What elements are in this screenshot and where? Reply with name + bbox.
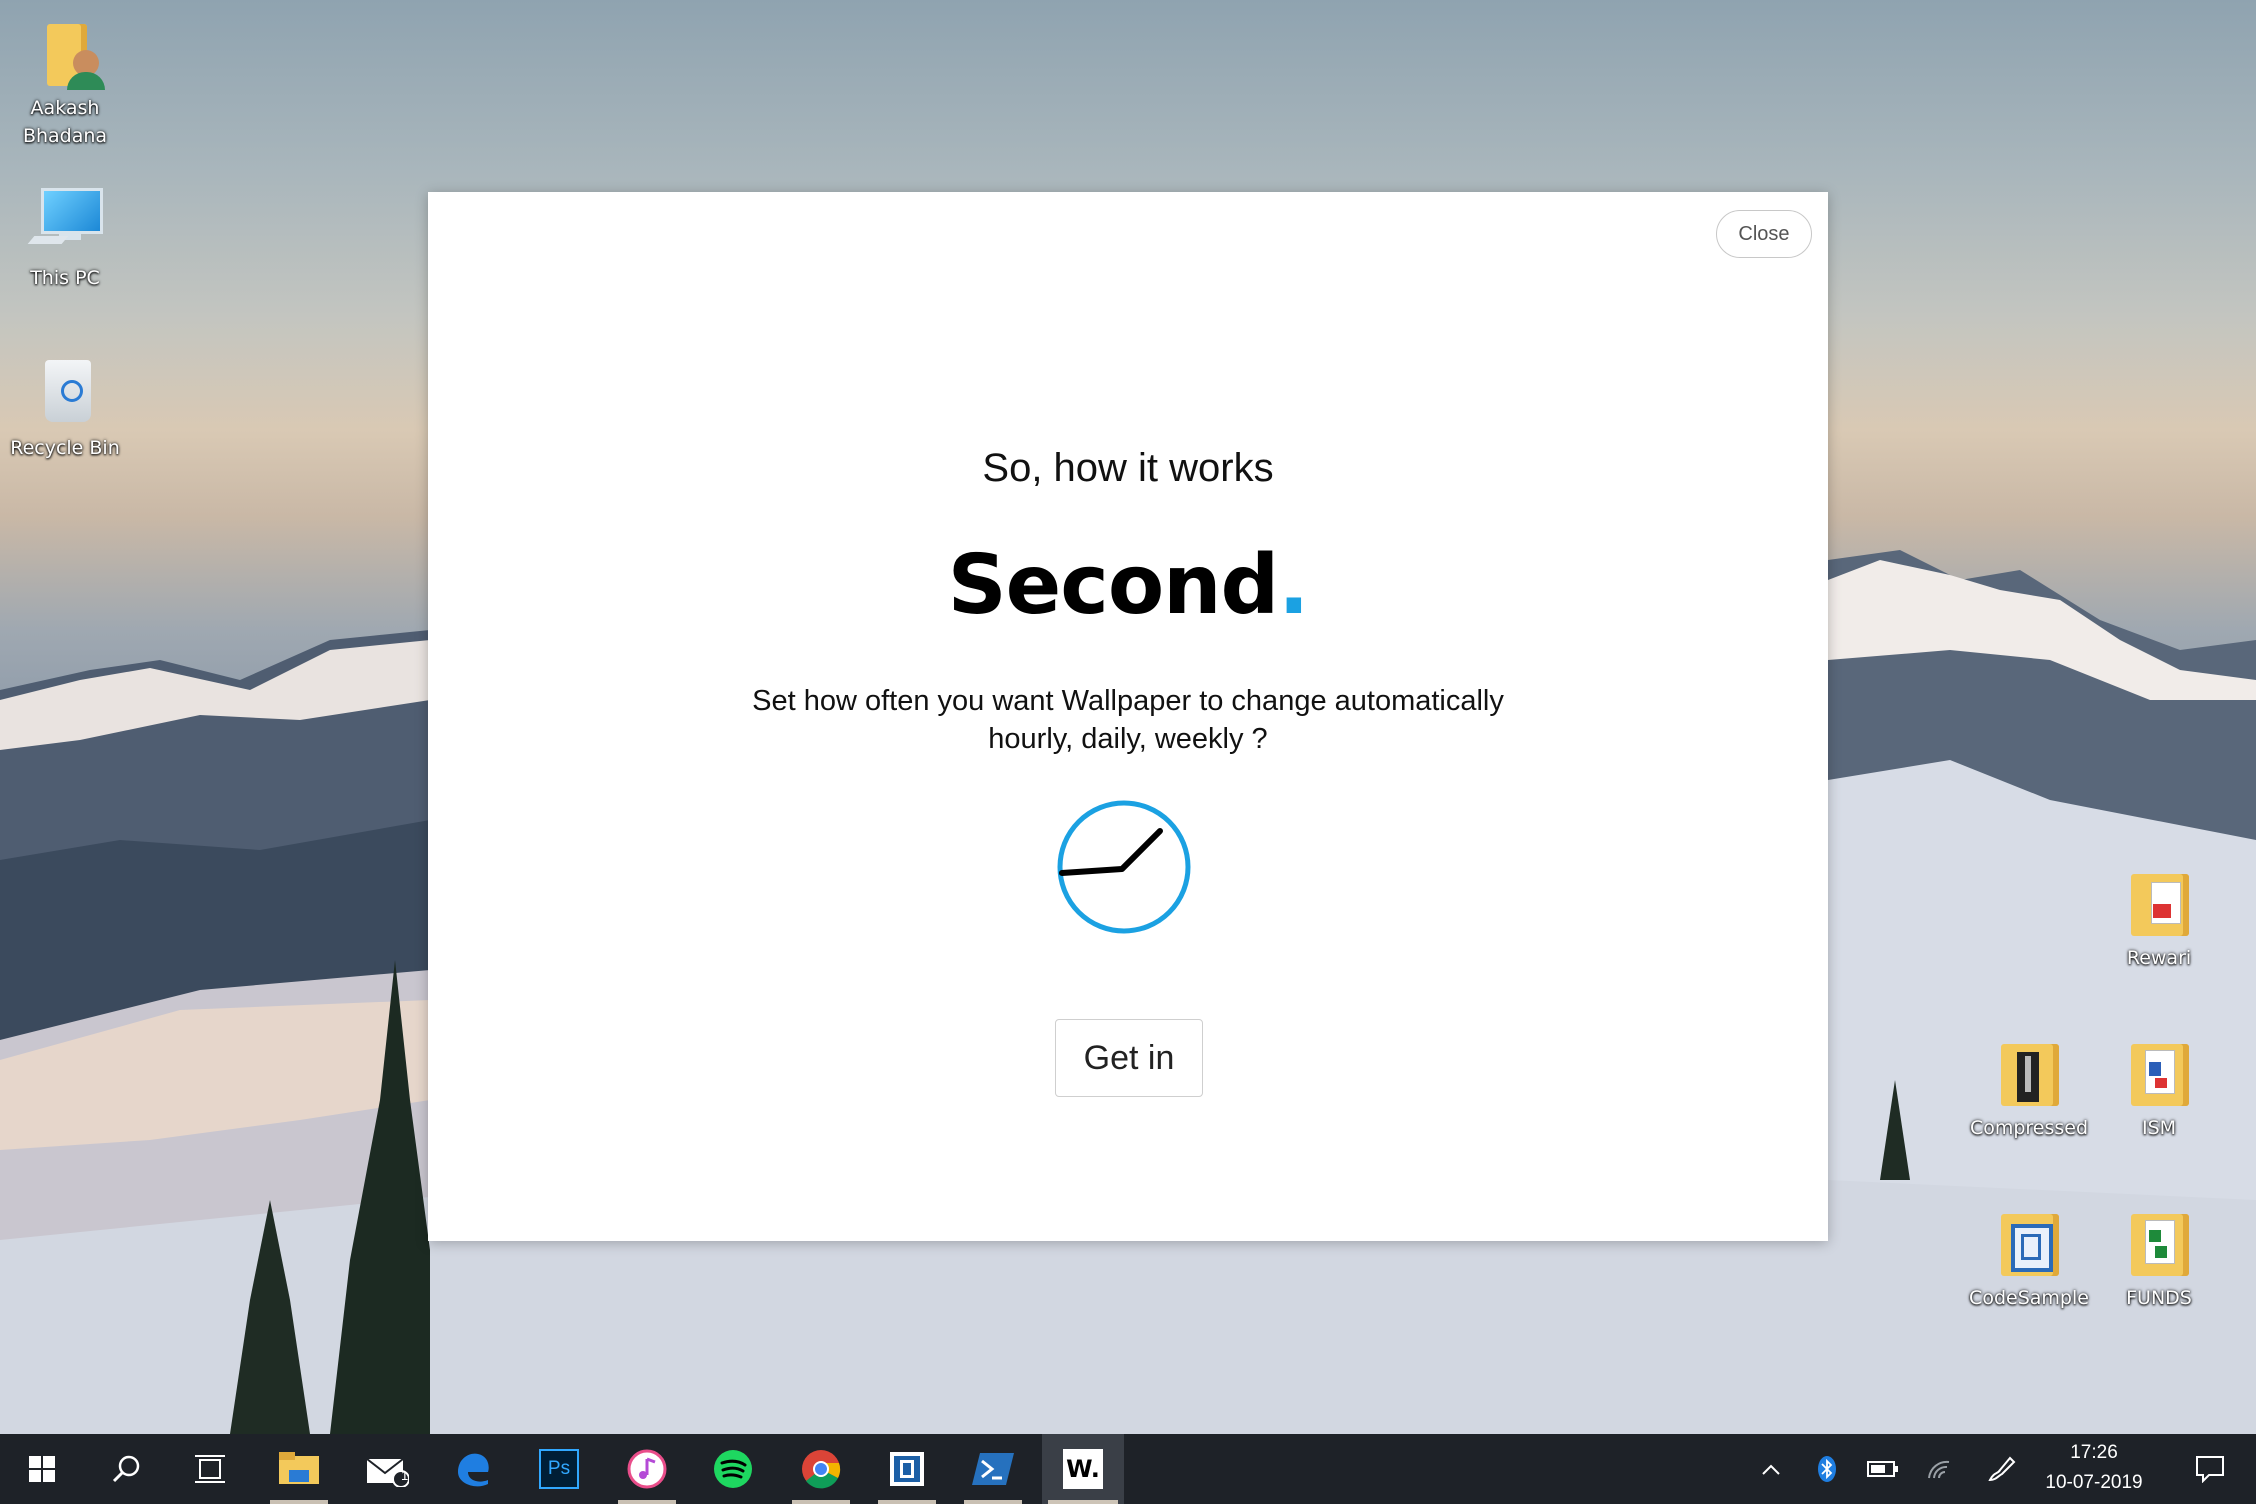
remote-desktop-icon [890, 1452, 924, 1486]
photoshop-icon: Ps [539, 1449, 579, 1489]
close-button[interactable]: Close [1716, 210, 1812, 258]
taskbar-edge[interactable] [438, 1434, 508, 1504]
start-icon [29, 1456, 55, 1482]
document-folder-icon [2121, 1034, 2197, 1110]
pdf-folder-icon [2121, 864, 2197, 940]
search-icon [112, 1455, 140, 1483]
itunes-icon [627, 1449, 667, 1489]
clock-time[interactable]: 17:26 [2034, 1442, 2154, 1464]
action-center-button[interactable] [2180, 1434, 2240, 1504]
taskbar-wallpaper-app[interactable]: W. [1042, 1434, 1124, 1504]
zip-folder-icon [1991, 1034, 2067, 1110]
running-indicator [270, 1500, 328, 1504]
running-indicator [964, 1500, 1022, 1504]
desktop-icon-label: Rewari [2126, 947, 2192, 969]
pen-workspace-icon [1988, 1456, 2016, 1482]
taskbar-itunes[interactable] [612, 1434, 682, 1504]
taskbar: 1 Ps W. 17:26 10-07-2019 [0, 1434, 2256, 1504]
powershell-icon [972, 1453, 1014, 1485]
taskbar-remote-desktop[interactable] [872, 1434, 942, 1504]
desktop-icon-aakash-bhadana[interactable]: Aakash Bhadana [0, 14, 140, 150]
desktop-icon-ism[interactable]: ISM [2084, 1034, 2234, 1142]
battery-charging-icon [1867, 1461, 1898, 1477]
chrome-icon [802, 1450, 841, 1489]
task-view-button[interactable] [180, 1434, 240, 1504]
wallpaper-app-icon: W. [1063, 1449, 1103, 1489]
taskbar-file-explorer[interactable] [264, 1434, 334, 1504]
running-indicator [618, 1500, 676, 1504]
edge-icon [458, 1453, 489, 1487]
taskbar-photoshop[interactable]: Ps [524, 1434, 594, 1504]
get-in-button[interactable]: Get in [1055, 1019, 1203, 1097]
desktop-icon-label: Aakash Bhadana [22, 97, 108, 147]
desktop-icon-funds[interactable]: FUNDS [2084, 1204, 2234, 1312]
desktop-icon-this-pc[interactable]: This PC [0, 184, 140, 292]
desktop-icon-label: Recycle Bin [10, 437, 120, 459]
desktop: Aakash Bhadana This PC Recycle Bin Rewar… [0, 0, 2256, 1434]
notification-icon [2196, 1456, 2224, 1483]
desktop-icon-compressed[interactable]: Compressed [1954, 1034, 2104, 1142]
tray-pen[interactable] [1984, 1434, 2018, 1504]
taskbar-powershell[interactable] [958, 1434, 1028, 1504]
tray-battery[interactable] [1866, 1434, 1900, 1504]
running-indicator [1048, 1500, 1118, 1504]
file-explorer-icon [279, 1452, 319, 1484]
photoshop-icon-label: Ps [547, 1458, 571, 1479]
clock-icon [1057, 800, 1191, 934]
start-button[interactable] [12, 1434, 72, 1504]
step-heading-text: Second [947, 538, 1280, 633]
description-line-1: Set how often you want Wallpaper to chan… [752, 685, 1504, 717]
onboarding-dialog: Close So, how it works Second. Set how o… [428, 192, 1828, 1241]
task-view-icon [195, 1455, 225, 1483]
desktop-icon-label: CodeSample [1969, 1287, 2089, 1309]
clock-date[interactable]: 10-07-2019 [2034, 1472, 2154, 1494]
description-line-2: hourly, daily, weekly ? [988, 723, 1268, 755]
intro-text: So, how it works [982, 446, 1274, 490]
desktop-icon-label: FUNDS [2126, 1287, 2192, 1309]
desktop-icon-label: This PC [30, 267, 100, 289]
taskbar-mail[interactable]: 1 [352, 1434, 422, 1504]
desktop-icon-label: Compressed [1969, 1117, 2089, 1139]
tray-bluetooth[interactable] [1810, 1434, 1844, 1504]
code-folder-icon [1991, 1204, 2067, 1280]
computer-icon [27, 184, 103, 260]
step-description: Set how often you want Wallpaper to chan… [428, 682, 1828, 758]
step-heading-dot: . [1278, 538, 1309, 633]
tray-network[interactable] [1922, 1434, 1956, 1504]
desktop-icon-rewari[interactable]: Rewari [2084, 864, 2234, 972]
chevron-up-icon [1762, 1464, 1780, 1475]
mail-badge: 1 [401, 1468, 409, 1483]
user-folder-icon [27, 14, 105, 90]
wallpaper-app-label: W. [1066, 1455, 1100, 1483]
bluetooth-icon [1818, 1456, 1836, 1482]
desktop-icon-codesample[interactable]: CodeSample [1954, 1204, 2104, 1312]
taskbar-chrome[interactable] [786, 1434, 856, 1504]
recycle-bin-icon [27, 354, 103, 430]
step-heading: Second. [428, 538, 1828, 633]
desktop-icon-label: ISM [2141, 1117, 2177, 1139]
spreadsheet-folder-icon [2121, 1204, 2197, 1280]
show-hidden-icons-button[interactable] [1754, 1434, 1788, 1504]
search-button[interactable] [96, 1434, 156, 1504]
taskbar-spotify[interactable] [698, 1434, 768, 1504]
running-indicator [792, 1500, 850, 1504]
running-indicator [878, 1500, 936, 1504]
wifi-icon [1928, 1460, 1950, 1479]
desktop-icon-recycle-bin[interactable]: Recycle Bin [0, 354, 140, 462]
spotify-icon [714, 1450, 752, 1488]
